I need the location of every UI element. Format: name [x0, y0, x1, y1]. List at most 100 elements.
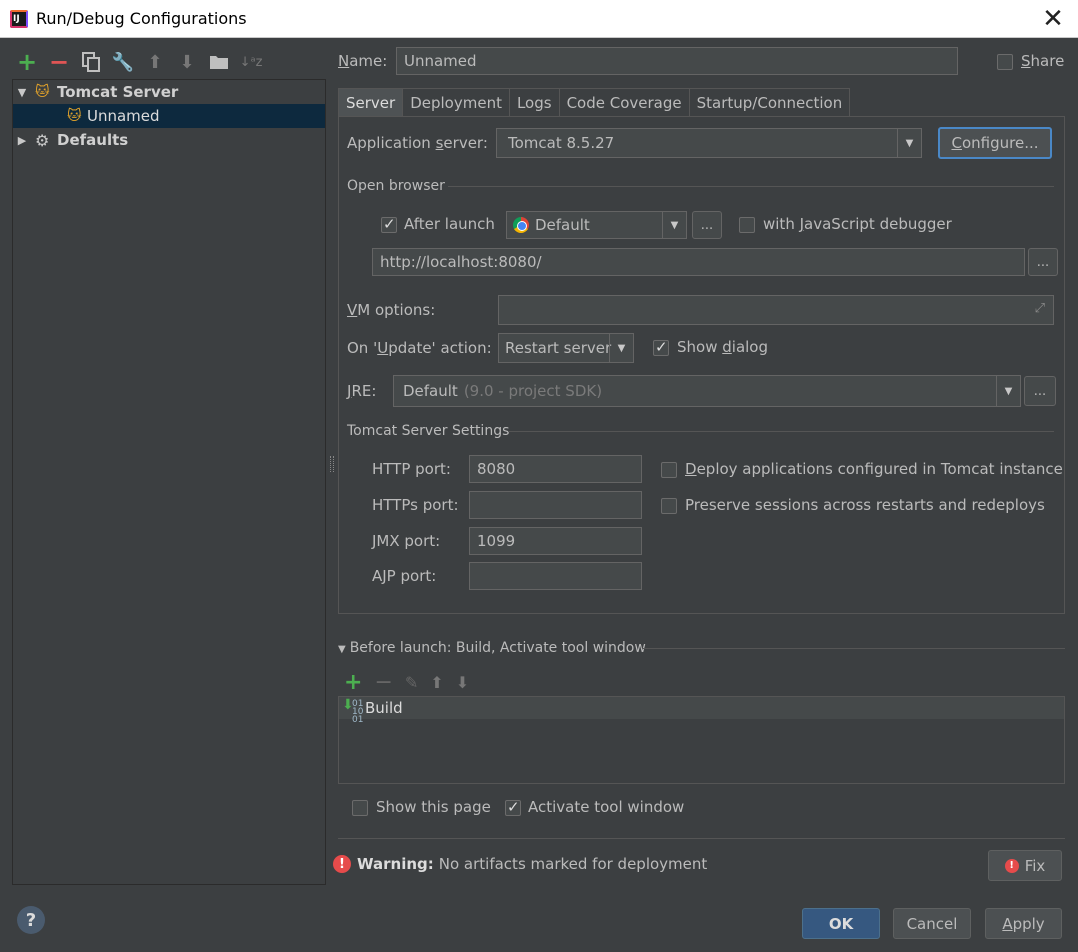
tab-logs[interactable]: Logs	[508, 88, 560, 116]
sort-icon[interactable]: ↓ᵃz	[240, 51, 263, 73]
jre-label: JRE:	[347, 382, 377, 400]
dropdown-arrow-icon[interactable]: ▼	[897, 129, 921, 157]
show-page-checkbox[interactable]	[352, 800, 368, 816]
js-debugger-checkbox[interactable]	[739, 217, 755, 233]
tomcat-settings-separator	[508, 431, 1054, 432]
browser-settings-button[interactable]: ...	[692, 211, 722, 239]
add-icon[interactable]: +	[16, 48, 38, 76]
configure-button[interactable]: Configure...	[938, 127, 1052, 159]
preserve-sessions-checkbox[interactable]	[661, 498, 677, 514]
name-input[interactable]: Unnamed	[396, 47, 958, 75]
title-bar: Run/Debug Configurations ✕	[0, 0, 1078, 38]
jmx-port-input[interactable]: 1099	[469, 527, 642, 555]
copy-icon[interactable]	[80, 51, 102, 73]
tab-startup-connection[interactable]: Startup/Connection	[688, 88, 851, 116]
remove-icon[interactable]: −	[48, 48, 70, 76]
show-dialog-checkbox[interactable]	[653, 338, 669, 356]
list-item-label: Build	[365, 699, 403, 717]
before-launch-header[interactable]: ▼ Before launch: Build, Activate tool win…	[338, 640, 646, 656]
https-port-label: HTTPs port:	[372, 496, 459, 514]
folder-icon[interactable]	[208, 51, 230, 73]
help-icon[interactable]: ?	[17, 906, 45, 934]
after-launch-label: After launch	[404, 215, 495, 233]
collapse-arrow-icon[interactable]: ▼	[338, 644, 346, 655]
move-up-icon[interactable]: ⬆	[144, 51, 166, 73]
ajp-port-input[interactable]	[469, 562, 642, 590]
add-icon[interactable]: +	[344, 670, 362, 695]
tree-item-label: Tomcat Server	[57, 83, 179, 101]
tab-code-coverage[interactable]: Code Coverage	[558, 88, 690, 116]
move-up-icon[interactable]: ⬆	[430, 673, 443, 692]
collapse-arrow-icon[interactable]: ▶	[13, 134, 31, 147]
edit-icon[interactable]: ✎	[405, 673, 418, 692]
on-update-label: On 'Update' action:	[347, 339, 492, 357]
jre-combo[interactable]: Default (9.0 - project SDK) ▼	[393, 375, 1021, 407]
remove-icon[interactable]: −	[374, 670, 392, 695]
chrome-icon	[513, 217, 529, 233]
expand-icon[interactable]: ⤢	[1035, 301, 1045, 316]
build-icon: ⬇ 01 10 01	[342, 697, 364, 725]
browser-combo[interactable]: Default ▼	[506, 211, 687, 239]
ok-button[interactable]: OK	[802, 908, 880, 939]
fix-icon: !	[1004, 858, 1019, 873]
jre-value: Default	[403, 382, 458, 400]
cancel-button[interactable]: Cancel	[893, 908, 971, 939]
warning-separator	[338, 838, 1065, 839]
dropdown-arrow-icon[interactable]: ▼	[996, 376, 1020, 406]
tomcat-icon: 🐱	[35, 84, 50, 100]
app-server-value: Tomcat 8.5.27	[508, 134, 615, 152]
deploy-apps-checkbox[interactable]	[661, 462, 677, 478]
tree-item-label: Unnamed	[87, 107, 160, 125]
wrench-gear-icon: ⚙	[35, 131, 50, 150]
tree-item-defaults[interactable]: ▶ ⚙ Defaults	[13, 128, 325, 152]
panel-splitter[interactable]	[330, 456, 334, 472]
list-item[interactable]: ⬇ 01 10 01 Build	[339, 697, 1064, 725]
before-launch-title: Before launch: Build, Activate tool wind…	[349, 640, 646, 656]
server-tab-panel	[338, 116, 1065, 614]
tomcat-settings-label: Tomcat Server Settings	[347, 423, 510, 439]
tomcat-icon: 🐱	[67, 108, 82, 124]
activate-tool-window-label: Activate tool window	[528, 798, 685, 816]
vm-options-input[interactable]: ⤢	[498, 295, 1054, 325]
app-server-label: Application server:	[347, 134, 488, 152]
url-settings-button[interactable]: ...	[1028, 248, 1058, 276]
move-down-icon[interactable]: ⬇	[176, 51, 198, 73]
dropdown-arrow-icon[interactable]: ▼	[662, 212, 686, 238]
tree-item-tomcat-server[interactable]: ▼ 🐱 Tomcat Server	[13, 80, 325, 104]
open-browser-separator	[448, 186, 1054, 187]
dropdown-arrow-icon[interactable]: ▼	[609, 334, 633, 362]
close-icon[interactable]: ✕	[1040, 6, 1066, 32]
apply-button[interactable]: Apply	[985, 908, 1062, 939]
on-update-combo[interactable]: Restart server ▼	[498, 333, 634, 363]
wrench-icon[interactable]: 🔧	[112, 51, 134, 73]
vm-options-label: VM options:	[347, 301, 436, 319]
share-label: Share	[1021, 52, 1065, 70]
activate-tool-window-checkbox[interactable]	[505, 798, 521, 816]
app-server-combo[interactable]: Tomcat 8.5.27 ▼	[496, 128, 922, 158]
url-input[interactable]: http://localhost:8080/	[372, 248, 1025, 276]
expand-arrow-icon[interactable]: ▼	[13, 86, 31, 99]
move-down-icon[interactable]: ⬇	[456, 673, 469, 692]
tab-server[interactable]: Server	[338, 88, 404, 116]
intellij-app-icon	[10, 9, 28, 28]
before-launch-list: ⬇ 01 10 01 Build	[338, 696, 1065, 784]
tree-item-label: Defaults	[57, 131, 129, 149]
js-debugger-label: with JavaScript debugger	[763, 215, 952, 233]
https-port-input[interactable]	[469, 491, 642, 519]
before-launch-separator	[643, 648, 1065, 649]
tab-deployment[interactable]: Deployment	[402, 88, 510, 116]
http-port-input[interactable]: 8080	[469, 455, 642, 483]
fix-button[interactable]: ! Fix	[988, 850, 1062, 881]
config-toolbar: + − 🔧 ⬆ ⬇ ↓ᵃz	[16, 48, 262, 76]
browser-value: Default	[535, 216, 590, 234]
tree-item-unnamed[interactable]: 🐱 Unnamed	[13, 104, 325, 128]
name-label: Name:	[338, 52, 388, 70]
show-dialog-label: Show dialog	[677, 338, 769, 356]
jre-settings-button[interactable]: ...	[1024, 376, 1056, 406]
show-page-label: Show this page	[376, 798, 491, 816]
after-launch-checkbox[interactable]	[381, 215, 397, 233]
fix-label: Fix	[1024, 856, 1046, 875]
share-checkbox[interactable]	[997, 54, 1013, 70]
preserve-sessions-label: Preserve sessions across restarts and re…	[685, 496, 1045, 514]
error-icon: !	[333, 855, 351, 873]
